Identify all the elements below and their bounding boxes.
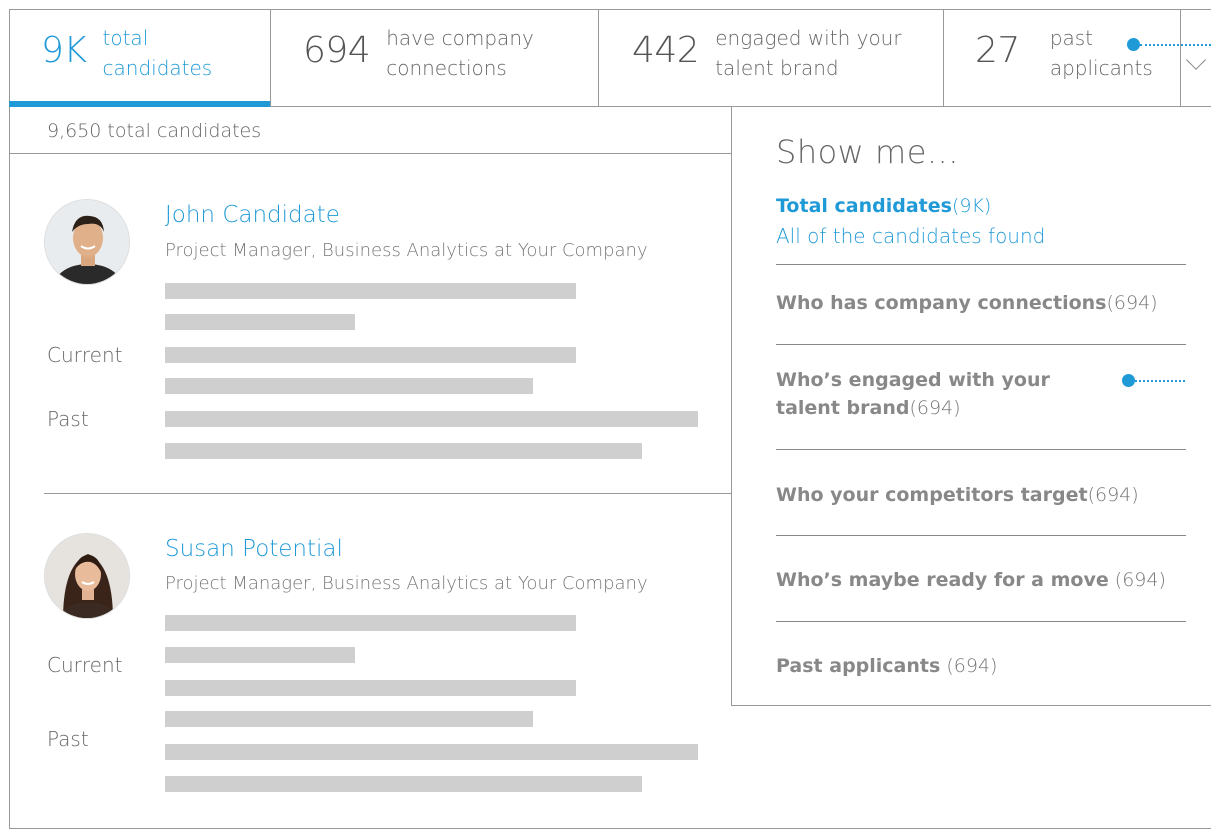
placeholder-bar (165, 283, 576, 299)
current-label: Current (47, 343, 123, 367)
filter-option-company-connections[interactable]: Who has company connections(694) (776, 289, 1186, 317)
placeholder-bar (165, 680, 576, 696)
placeholder-bar (165, 647, 355, 663)
filter-option-talent-brand[interactable]: Who’s engaged with your talent brand(694… (776, 366, 1076, 422)
option-count: (694) (1087, 484, 1139, 506)
option-count: (694) (909, 397, 961, 419)
option-label: Who’s maybe ready for a move (776, 569, 1109, 591)
tab-count: 9K (41, 30, 87, 71)
tab-count: 27 (975, 30, 1020, 71)
option-count: (694) (1114, 569, 1166, 591)
option-count: (9K) (951, 195, 992, 217)
option-divider (776, 449, 1186, 450)
past-label: Past (47, 407, 89, 431)
tab-total-candidates[interactable]: 9K total candidates (9, 9, 271, 107)
tab-label: engaged with your talent brand (715, 26, 902, 80)
tab-past-applicants[interactable]: 27 past applicants (944, 9, 1181, 106)
tab-label: past applicants (1049, 26, 1153, 80)
candidate-headline: Project Manager, Business Analytics at Y… (165, 240, 648, 261)
placeholder-bar (165, 314, 355, 330)
placeholder-bar (165, 711, 533, 727)
past-label: Past (47, 727, 89, 751)
candidate-name-link[interactable]: John Candidate (165, 202, 340, 228)
placeholder-bar (165, 776, 642, 792)
tab-label: have company connections (386, 26, 534, 80)
filter-option-competitors-target[interactable]: Who your competitors target(694) (776, 481, 1186, 509)
option-description: All of the candidates found (776, 224, 1046, 248)
filter-option-ready-to-move[interactable]: Who’s maybe ready for a move (694) (776, 566, 1186, 594)
candidate-name-link[interactable]: Susan Potential (165, 536, 343, 562)
avatar[interactable] (44, 533, 130, 619)
placeholder-bar (165, 347, 576, 363)
panel-title: Show me... (776, 133, 959, 171)
tab-label: total candidates (102, 26, 213, 80)
tab-talent-brand[interactable]: 442 engaged with your talent brand (599, 9, 944, 106)
placeholder-bar (165, 744, 698, 760)
tab-count: 442 (632, 30, 700, 71)
option-divider (776, 535, 1186, 536)
results-divider (9, 153, 731, 154)
option-divider (776, 621, 1186, 622)
callout-line (1135, 380, 1185, 382)
callout-dot (1122, 374, 1135, 387)
filter-option-total-candidates[interactable]: Total candidates(9K) All of the candidat… (776, 192, 1186, 250)
option-label: Who your competitors target (776, 484, 1088, 506)
candidate-headline: Project Manager, Business Analytics at Y… (165, 573, 648, 594)
option-divider (776, 344, 1186, 345)
tab-company-connections[interactable]: 694 have company connections (271, 9, 599, 106)
placeholder-bar (165, 443, 642, 459)
option-count: (694) (1106, 292, 1158, 314)
current-label: Current (47, 653, 123, 677)
results-count: 9,650 total candidates (47, 120, 262, 142)
summary-tabs: 9K total candidates 694 have company con… (9, 9, 1211, 107)
option-label: Past applicants (776, 655, 941, 677)
placeholder-bar (165, 411, 698, 427)
option-label: Total candidates (776, 195, 952, 217)
option-divider (776, 264, 1186, 265)
option-label: Who has company connections (776, 292, 1107, 314)
placeholder-bar (165, 378, 533, 394)
callout-line (1140, 44, 1211, 46)
more-tabs-button[interactable] (1181, 9, 1211, 106)
chevron-down-icon (1186, 50, 1206, 70)
candidate-divider (44, 493, 731, 494)
tab-count: 694 (303, 30, 371, 71)
option-count: (694) (946, 655, 998, 677)
callout-dot (1127, 38, 1140, 51)
filter-option-past-applicants[interactable]: Past applicants (694) (776, 652, 1186, 680)
placeholder-bar (165, 615, 576, 631)
show-me-panel: Show me... Total candidates(9K) All of t… (731, 107, 1211, 706)
avatar[interactable] (44, 199, 130, 285)
